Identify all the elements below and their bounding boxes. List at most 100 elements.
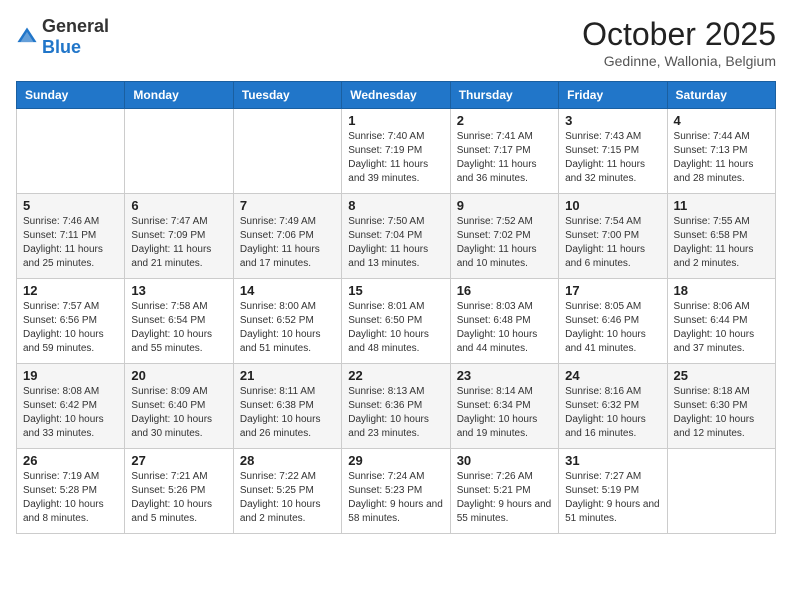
calendar-cell: 22 Sunrise: 8:13 AM Sunset: 6:36 PM Dayli… — [342, 364, 450, 449]
logo-blue: Blue — [42, 37, 81, 57]
calendar-cell: 1 Sunrise: 7:40 AM Sunset: 7:19 PM Daylig… — [342, 109, 450, 194]
day-info: Sunrise: 8:03 AM Sunset: 6:48 PM Dayligh… — [457, 300, 552, 356]
day-number: 23 — [457, 368, 552, 383]
calendar-cell: 29 Sunrise: 7:24 AM Sunset: 5:23 PM Dayli… — [342, 449, 450, 534]
calendar-cell: 24Sunrise: 8:16 AM Sunset: 6:32 PM Dayli… — [559, 364, 667, 449]
calendar-cell: 5Sunrise: 7:46 AM Sunset: 7:11 PM Daylig… — [17, 194, 125, 279]
logo: General Blue — [16, 16, 109, 58]
calendar-cell: 21 Sunrise: 8:11 AM Sunset: 6:38 PM Dayli… — [233, 364, 341, 449]
calendar-cell: 18 Sunrise: 8:06 AM Sunset: 6:44 PM Dayli… — [667, 279, 775, 364]
day-info: Sunrise: 8:01 AM Sunset: 6:50 PM Dayligh… — [348, 300, 443, 356]
calendar-cell: 12Sunrise: 7:57 AM Sunset: 6:56 PM Dayli… — [17, 279, 125, 364]
calendar-cell — [17, 109, 125, 194]
calendar-cell: 4 Sunrise: 7:44 AM Sunset: 7:13 PM Daylig… — [667, 109, 775, 194]
calendar-cell: 9Sunrise: 7:52 AM Sunset: 7:02 PM Daylig… — [450, 194, 558, 279]
day-info: Sunrise: 7:58 AM Sunset: 6:54 PM Dayligh… — [131, 300, 226, 356]
day-number: 16 — [457, 283, 552, 298]
day-info: Sunrise: 7:26 AM Sunset: 5:21 PM Dayligh… — [457, 470, 552, 526]
day-number: 17 — [565, 283, 660, 298]
calendar-cell: 28 Sunrise: 7:22 AM Sunset: 5:25 PM Dayli… — [233, 449, 341, 534]
title-block: October 2025 Gedinne, Wallonia, Belgium — [582, 16, 776, 69]
day-info: Sunrise: 7:22 AM Sunset: 5:25 PM Dayligh… — [240, 470, 335, 526]
calendar-week-row: 26Sunrise: 7:19 AM Sunset: 5:28 PM Dayli… — [17, 449, 776, 534]
calendar-cell: 13Sunrise: 7:58 AM Sunset: 6:54 PM Dayli… — [125, 279, 233, 364]
day-number: 14 — [240, 283, 335, 298]
day-number: 27 — [131, 453, 226, 468]
weekday-header: Thursday — [450, 82, 558, 109]
calendar-cell: 6Sunrise: 7:47 AM Sunset: 7:09 PM Daylig… — [125, 194, 233, 279]
calendar-cell: 8Sunrise: 7:50 AM Sunset: 7:04 PM Daylig… — [342, 194, 450, 279]
calendar-cell: 23Sunrise: 8:14 AM Sunset: 6:34 PM Dayli… — [450, 364, 558, 449]
day-number: 19 — [23, 368, 118, 383]
day-info: Sunrise: 7:21 AM Sunset: 5:26 PM Dayligh… — [131, 470, 226, 526]
calendar-cell: 14Sunrise: 8:00 AM Sunset: 6:52 PM Dayli… — [233, 279, 341, 364]
day-info: Sunrise: 7:40 AM Sunset: 7:19 PM Dayligh… — [348, 130, 443, 186]
day-number: 1 — [348, 113, 443, 128]
day-number: 6 — [131, 198, 226, 213]
page-header: General Blue October 2025 Gedinne, Wallo… — [16, 16, 776, 69]
day-number: 20 — [131, 368, 226, 383]
logo-icon — [16, 26, 38, 48]
calendar-cell: 7 Sunrise: 7:49 AM Sunset: 7:06 PM Daylig… — [233, 194, 341, 279]
day-number: 7 — [240, 198, 335, 213]
location: Gedinne, Wallonia, Belgium — [582, 53, 776, 69]
calendar-cell: 16 Sunrise: 8:03 AM Sunset: 6:48 PM Dayli… — [450, 279, 558, 364]
day-number: 21 — [240, 368, 335, 383]
calendar-cell: 30Sunrise: 7:26 AM Sunset: 5:21 PM Dayli… — [450, 449, 558, 534]
day-info: Sunrise: 7:27 AM Sunset: 5:19 PM Dayligh… — [565, 470, 660, 526]
day-info: Sunrise: 8:13 AM Sunset: 6:36 PM Dayligh… — [348, 385, 443, 441]
calendar-header-row: SundayMondayTuesdayWednesdayThursdayFrid… — [17, 82, 776, 109]
day-info: Sunrise: 7:49 AM Sunset: 7:06 PM Dayligh… — [240, 215, 335, 271]
logo-general: General — [42, 16, 109, 36]
day-number: 28 — [240, 453, 335, 468]
calendar: SundayMondayTuesdayWednesdayThursdayFrid… — [16, 81, 776, 534]
day-info: Sunrise: 8:05 AM Sunset: 6:46 PM Dayligh… — [565, 300, 660, 356]
day-info: Sunrise: 8:11 AM Sunset: 6:38 PM Dayligh… — [240, 385, 335, 441]
logo-text: General Blue — [42, 16, 109, 58]
day-number: 25 — [674, 368, 769, 383]
calendar-week-row: 1 Sunrise: 7:40 AM Sunset: 7:19 PM Daylig… — [17, 109, 776, 194]
day-number: 5 — [23, 198, 118, 213]
calendar-cell: 26Sunrise: 7:19 AM Sunset: 5:28 PM Dayli… — [17, 449, 125, 534]
day-number: 18 — [674, 283, 769, 298]
day-info: Sunrise: 7:44 AM Sunset: 7:13 PM Dayligh… — [674, 130, 769, 186]
calendar-cell: 27 Sunrise: 7:21 AM Sunset: 5:26 PM Dayli… — [125, 449, 233, 534]
calendar-cell — [233, 109, 341, 194]
day-info: Sunrise: 7:55 AM Sunset: 6:58 PM Dayligh… — [674, 215, 769, 271]
day-info: Sunrise: 7:19 AM Sunset: 5:28 PM Dayligh… — [23, 470, 118, 526]
calendar-cell: 19 Sunrise: 8:08 AM Sunset: 6:42 PM Dayli… — [17, 364, 125, 449]
day-number: 11 — [674, 198, 769, 213]
day-number: 4 — [674, 113, 769, 128]
calendar-week-row: 12Sunrise: 7:57 AM Sunset: 6:56 PM Dayli… — [17, 279, 776, 364]
day-number: 15 — [348, 283, 443, 298]
month-title: October 2025 — [582, 16, 776, 53]
calendar-cell: 3Sunrise: 7:43 AM Sunset: 7:15 PM Daylig… — [559, 109, 667, 194]
calendar-cell — [125, 109, 233, 194]
day-number: 24 — [565, 368, 660, 383]
calendar-cell — [667, 449, 775, 534]
calendar-cell: 25 Sunrise: 8:18 AM Sunset: 6:30 PM Dayli… — [667, 364, 775, 449]
weekday-header: Monday — [125, 82, 233, 109]
weekday-header: Friday — [559, 82, 667, 109]
calendar-week-row: 19 Sunrise: 8:08 AM Sunset: 6:42 PM Dayli… — [17, 364, 776, 449]
day-number: 8 — [348, 198, 443, 213]
calendar-cell: 15 Sunrise: 8:01 AM Sunset: 6:50 PM Dayli… — [342, 279, 450, 364]
day-number: 10 — [565, 198, 660, 213]
day-number: 2 — [457, 113, 552, 128]
weekday-header: Sunday — [17, 82, 125, 109]
calendar-week-row: 5Sunrise: 7:46 AM Sunset: 7:11 PM Daylig… — [17, 194, 776, 279]
day-info: Sunrise: 8:06 AM Sunset: 6:44 PM Dayligh… — [674, 300, 769, 356]
calendar-cell: 31 Sunrise: 7:27 AM Sunset: 5:19 PM Dayli… — [559, 449, 667, 534]
day-info: Sunrise: 7:24 AM Sunset: 5:23 PM Dayligh… — [348, 470, 443, 526]
day-number: 22 — [348, 368, 443, 383]
day-number: 31 — [565, 453, 660, 468]
day-info: Sunrise: 7:54 AM Sunset: 7:00 PM Dayligh… — [565, 215, 660, 271]
weekday-header: Tuesday — [233, 82, 341, 109]
weekday-header: Wednesday — [342, 82, 450, 109]
day-number: 3 — [565, 113, 660, 128]
day-info: Sunrise: 8:08 AM Sunset: 6:42 PM Dayligh… — [23, 385, 118, 441]
day-info: Sunrise: 7:41 AM Sunset: 7:17 PM Dayligh… — [457, 130, 552, 186]
day-info: Sunrise: 7:57 AM Sunset: 6:56 PM Dayligh… — [23, 300, 118, 356]
day-number: 29 — [348, 453, 443, 468]
day-info: Sunrise: 8:18 AM Sunset: 6:30 PM Dayligh… — [674, 385, 769, 441]
